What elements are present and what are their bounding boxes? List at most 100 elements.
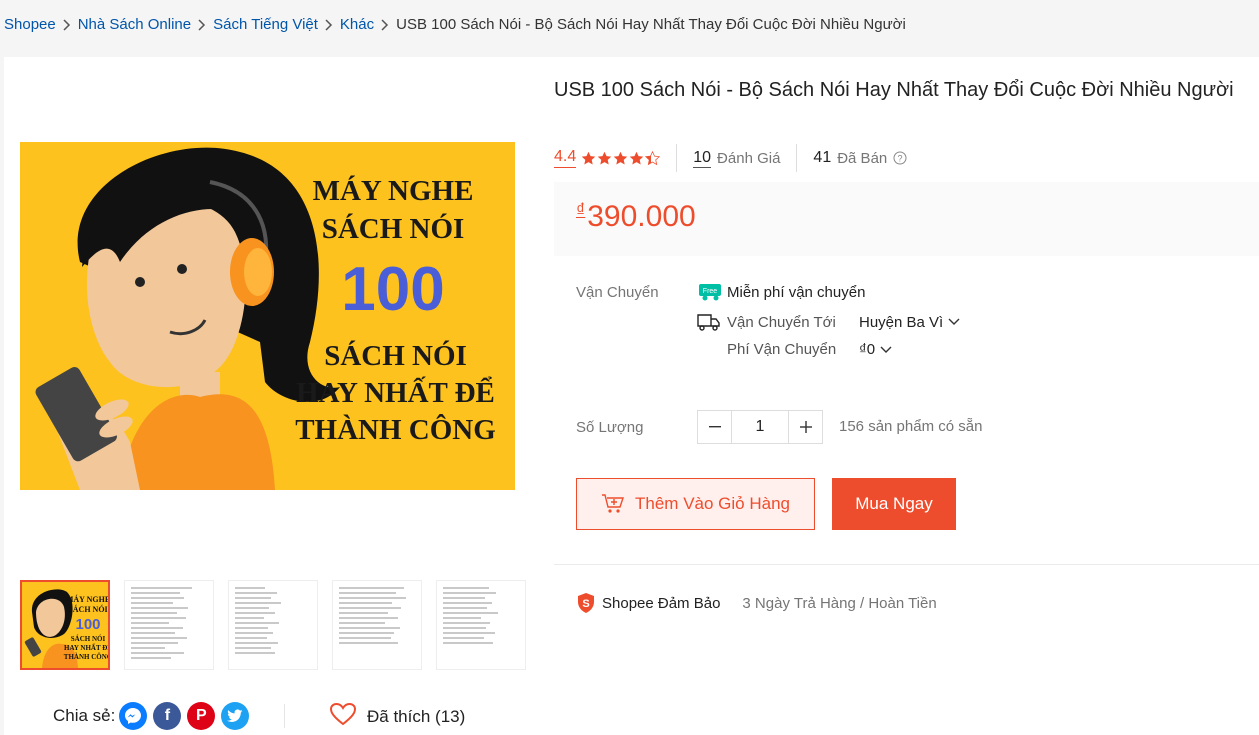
reviews-count[interactable]: 10 [693, 149, 712, 168]
shipping-fee-value: ₫0 [859, 341, 876, 358]
price-box: ₫390.000 [554, 182, 1259, 256]
price-value: 390.000 [587, 200, 696, 233]
free-shipping-text: Miễn phí vận chuyển [727, 283, 866, 301]
star-icon [582, 151, 596, 164]
free-badge-text: Free [703, 288, 718, 295]
messenger-icon[interactable] [119, 702, 148, 730]
shipping-to-label: Vận Chuyển Tới [727, 313, 836, 331]
share-like-divider [284, 704, 285, 728]
minus-icon [708, 426, 721, 428]
svg-text:HAY NHẤT ĐỂ: HAY NHẤT ĐỂ [64, 644, 108, 652]
breadcrumb-current: USB 100 Sách Nói - Bộ Sách Nói Hay Nhất … [396, 16, 906, 33]
currency-symbol: ₫ [576, 200, 586, 220]
document-preview-icon [131, 587, 207, 663]
svg-text:THÀNH CÔNG: THÀNH CÔNG [64, 653, 108, 661]
quantity-stepper: 1 [697, 410, 823, 444]
increase-button[interactable] [788, 410, 823, 444]
shipping-fee-label: Phí Vận Chuyển [727, 341, 837, 358]
like-label: Đã thích (13) [367, 706, 466, 726]
buy-now-button[interactable]: Mua Ngay [832, 478, 956, 530]
add-to-cart-button[interactable]: Thêm Vào Giỏ Hàng [576, 478, 815, 530]
thumbnail-strip: MÁY NGHE SÁCH NÓI 100 SÁCH NÓI HAY NHẤT … [20, 580, 526, 670]
add-to-cart-label: Thêm Vào Giỏ Hàng [635, 494, 790, 513]
svg-text:SÁCH NÓI: SÁCH NÓI [71, 635, 106, 643]
reviews-label: Đánh Giá [717, 149, 781, 167]
chevron-down-icon [948, 318, 960, 326]
shield-icon: S [576, 592, 596, 614]
chevron-down-icon [880, 346, 892, 354]
rating-stars [581, 150, 661, 166]
thumbnail-poster-icon: MÁY NGHE SÁCH NÓI 100 SÁCH NÓI HAY NHẤT … [24, 589, 108, 668]
breadcrumb: Shopee Nhà Sách Online Sách Tiếng Việt K… [4, 16, 906, 33]
svg-text:S: S [582, 598, 589, 610]
free-shipping-icon: Free [697, 282, 727, 302]
plus-icon [799, 421, 812, 433]
document-preview-icon [443, 587, 519, 663]
poster-subheading: SÁCH NÓI HAY NHẤT ĐỂ THÀNH CÔNG [278, 338, 513, 449]
svg-text:?: ? [898, 154, 903, 164]
star-icon [614, 151, 628, 164]
svg-text:MÁY NGHE: MÁY NGHE [66, 594, 108, 604]
star-icon [630, 151, 644, 164]
poster-number: 100 [341, 255, 445, 324]
thumbnail-2[interactable] [124, 580, 214, 670]
poster-line: HAY NHẤT ĐỂ [296, 377, 495, 409]
shipping-label: Vận Chuyển [576, 284, 659, 301]
shipping-fee-dropdown[interactable]: ₫0 [859, 341, 892, 358]
free-shipping-line: Free Miễn phí vận chuyển [697, 282, 865, 302]
product-price: ₫390.000 [576, 200, 696, 234]
poster-line: THÀNH CÔNG [295, 414, 496, 446]
thumbnail-3[interactable] [228, 580, 318, 670]
poster-line: MÁY NGHE [312, 175, 474, 207]
share-label: Chia sẻ: [53, 706, 116, 725]
product-title: USB 100 Sách Nói - Bộ Sách Nói Hay Nhất … [554, 79, 1234, 101]
shipping-to-line: Vận Chuyển Tới Huyện Ba Vì [697, 312, 960, 332]
help-icon[interactable]: ? [893, 151, 907, 165]
rating-score[interactable]: 4.4 [554, 148, 577, 168]
sold-count: 41 [813, 149, 832, 166]
share-icons: f P [119, 702, 250, 730]
breadcrumb-item-shopee[interactable]: Shopee [4, 16, 56, 33]
thumbnail-5[interactable] [436, 580, 526, 670]
shipping-location-value: Huyện Ba Vì [859, 313, 944, 331]
chevron-right-icon [381, 18, 389, 31]
thumbnail-4[interactable] [332, 580, 422, 670]
poster-line: SÁCH NÓI [321, 213, 465, 245]
facebook-icon[interactable]: f [153, 702, 182, 730]
share-row: Chia sẻ: f P [53, 702, 250, 730]
quantity-input[interactable]: 1 [732, 410, 788, 444]
breadcrumb-item-sach-tieng-viet[interactable]: Sách Tiếng Việt [213, 16, 318, 33]
section-divider [554, 564, 1259, 565]
product-card: MÁY NGHE SÁCH NÓI 100 SÁCH NÓI HAY NHẤT … [4, 57, 1259, 735]
thumbnail-1[interactable]: MÁY NGHE SÁCH NÓI 100 SÁCH NÓI HAY NHẤT … [20, 580, 110, 670]
product-stats: 4.4 10 Đánh Giá 41 Đã Bán ? [554, 144, 907, 172]
stock-text: 156 sản phẩm có sẵn [839, 418, 983, 435]
chevron-right-icon [198, 18, 206, 31]
main-product-image[interactable]: MÁY NGHE SÁCH NÓI 100 SÁCH NÓI HAY NHẤT … [20, 142, 515, 490]
quantity-label: Số Lượng [576, 419, 644, 436]
poster-heading: MÁY NGHE SÁCH NÓI [278, 172, 508, 248]
document-preview-icon [235, 587, 311, 663]
guarantee-description: 3 Ngày Trả Hàng / Hoàn Tiền [742, 594, 937, 612]
star-icon [598, 151, 612, 164]
pinterest-icon[interactable]: P [187, 702, 216, 730]
guarantee-title: Shopee Đảm Bảo [602, 594, 721, 612]
svg-text:100: 100 [75, 616, 100, 633]
stat-divider [796, 144, 798, 172]
document-preview-icon [339, 587, 415, 663]
like-button[interactable]: Đã thích (13) [329, 702, 465, 731]
chevron-right-icon [325, 18, 333, 31]
decrease-button[interactable] [697, 410, 732, 444]
poster-line: SÁCH NÓI [324, 340, 467, 372]
shipping-location-dropdown[interactable]: Huyện Ba Vì [859, 314, 960, 331]
shopee-guarantee[interactable]: S Shopee Đảm Bảo 3 Ngày Trả Hàng / Hoàn … [576, 592, 937, 614]
breadcrumb-item-khac[interactable]: Khác [340, 16, 374, 33]
sold-label: Đã Bán [837, 149, 888, 167]
chevron-right-icon [63, 18, 71, 31]
twitter-icon[interactable] [221, 702, 250, 730]
breadcrumb-item-nha-sach-online[interactable]: Nhà Sách Online [78, 16, 191, 33]
half-star-icon [645, 150, 661, 165]
svg-text:SÁCH NÓI: SÁCH NÓI [68, 604, 107, 614]
heart-icon [329, 702, 357, 731]
stat-divider [676, 144, 678, 172]
